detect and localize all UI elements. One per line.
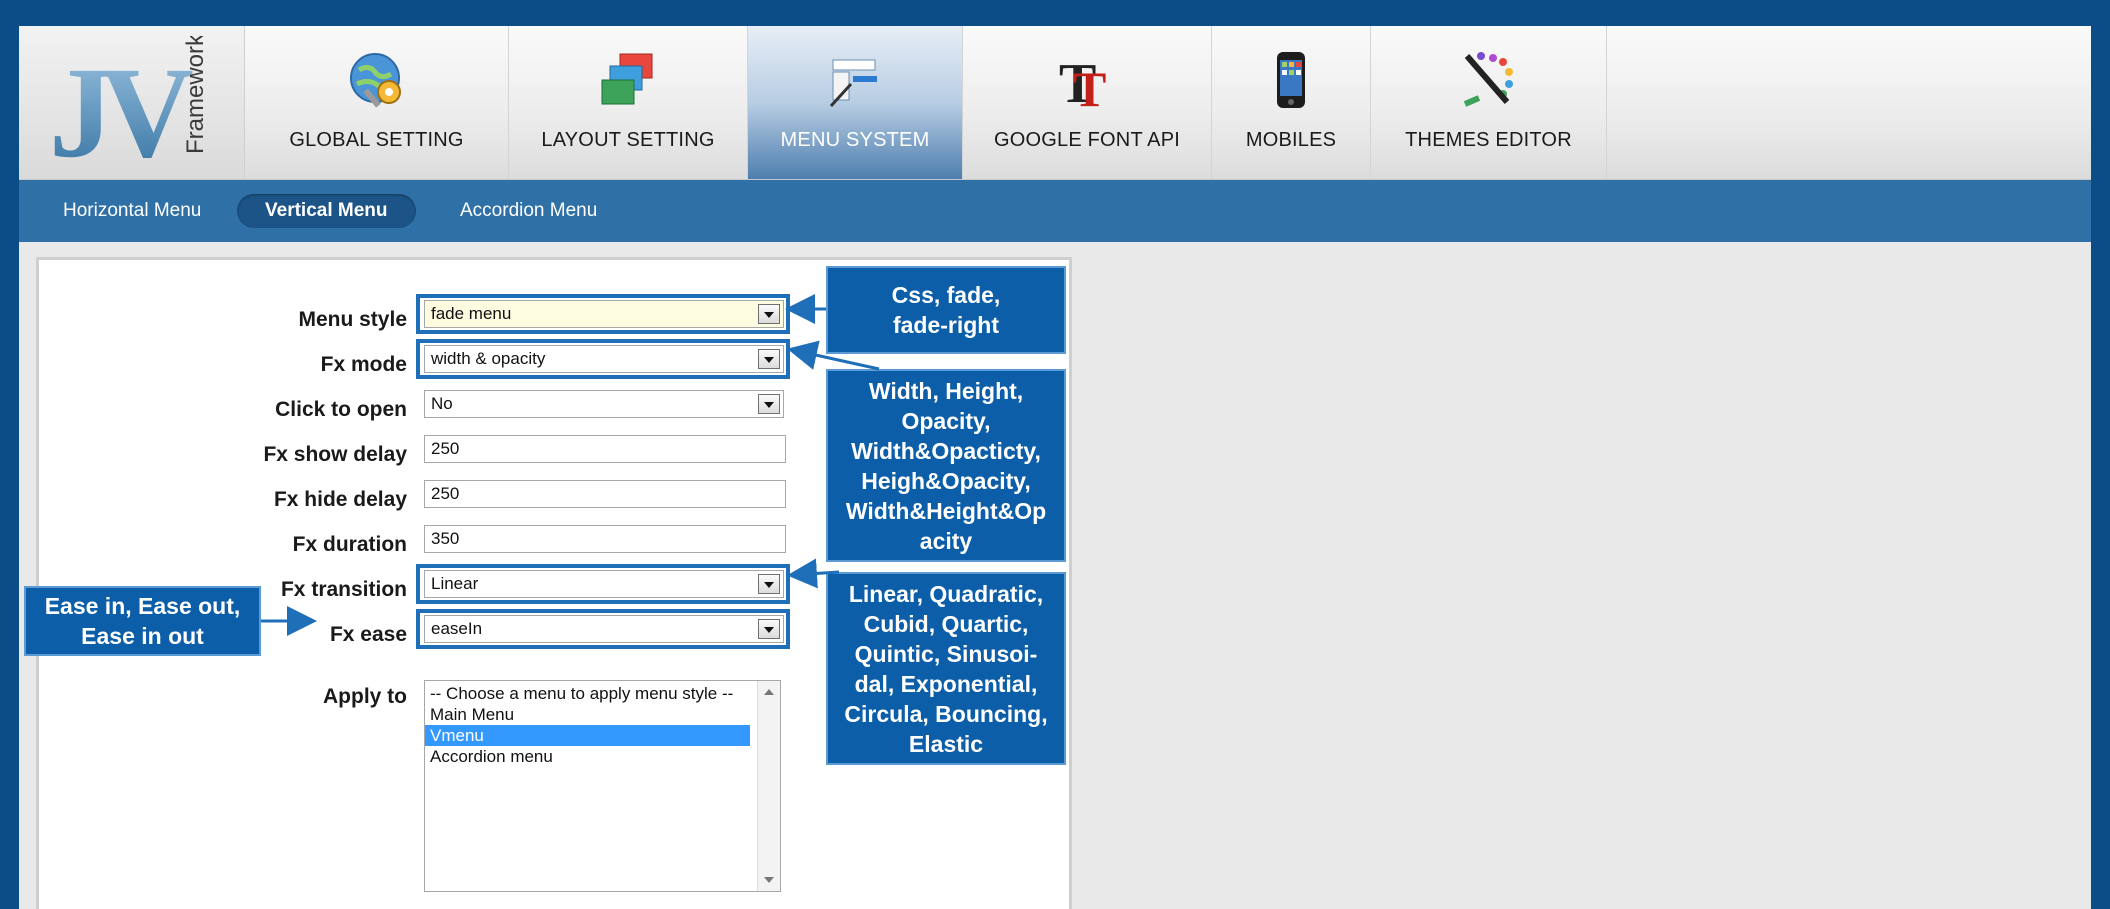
- arrow-fx-transition: [787, 558, 840, 589]
- app-frame: JV Framework GLOBAL SETTING LAYOUT SETTI…: [19, 26, 2091, 909]
- arrow-fx-mode: [787, 340, 880, 371]
- callout-arrows: [261, 294, 880, 636]
